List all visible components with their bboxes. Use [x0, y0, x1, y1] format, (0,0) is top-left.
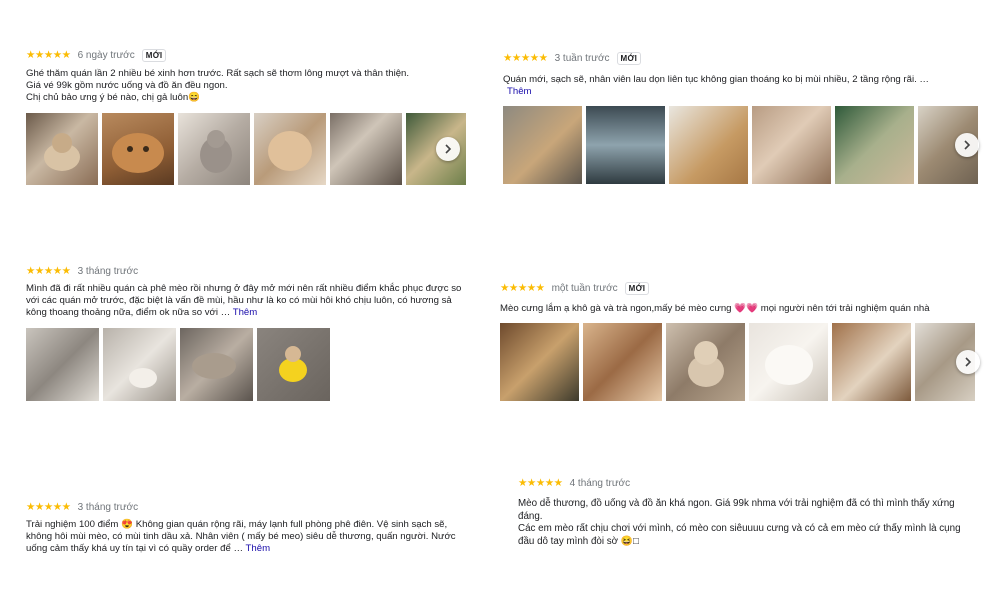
review-text: Mèo cưng lắm ạ khô gà và trà ngon,mấy bé…: [500, 303, 984, 315]
review-text-line: Các em mèo rất chịu chơi với mình, có mè…: [518, 523, 961, 535]
review-text-fragment: kông thoang thoảng nữa, điểm ok nữa so v…: [26, 307, 231, 319]
review-photo[interactable]: [583, 323, 662, 402]
new-badge: MỚI: [616, 51, 642, 65]
cat-photo-graphic: [112, 132, 164, 173]
review-photo[interactable]: [178, 112, 250, 185]
review-text: Trải nghiệm 100 điểm 😍 Không gian quán r…: [26, 519, 476, 556]
rating-stars: ★★★★★: [26, 501, 71, 513]
review-photo[interactable]: [254, 112, 326, 185]
cat-photo-graphic: [688, 341, 724, 388]
review-card: ★★★★★ 3 tháng trước Trải nghiệm 100 điểm…: [26, 500, 476, 556]
review-text: Ghé thăm quán lần 2 nhiều bé xinh hơn tr…: [26, 68, 466, 105]
review-text-line: Mình đã đi rất nhiều quán cà phê mèo rồi…: [26, 283, 462, 294]
review-text-line: không hôi mùi mèo, có mùi tinh dầu xả. N…: [26, 531, 456, 543]
review-photo[interactable]: [102, 112, 174, 185]
review-photo[interactable]: [835, 106, 914, 185]
review-photo[interactable]: [669, 106, 748, 185]
review-text: Quán mới, sạch sẽ, nhân viên lau dọn liê…: [503, 74, 983, 98]
review-text-line: đầu dô tay mình đòi sờ 😆□: [518, 535, 639, 547]
chevron-right-icon: [965, 357, 972, 367]
cat-photo-graphic: [192, 352, 236, 379]
review-text-line: Ghé thăm quán lần 2 nhiều bé xinh hơn tr…: [26, 68, 410, 79]
review-text-line: Mèo cưng lắm ạ khô gà và trà ngon,mấy bé…: [500, 303, 930, 314]
rating-stars: ★★★★★: [518, 477, 563, 489]
review-meta: ★★★★★ 3 tháng trước: [26, 500, 476, 514]
review-meta: ★★★★★ 3 tháng trước: [26, 264, 476, 278]
review-text-line: với các quán mở trước, đặc biệt là vấn đ…: [26, 295, 452, 307]
next-photo-button[interactable]: [436, 136, 460, 161]
review-card: ★★★★★ 3 tuần trước MỚI Quán mới, sạch sẽ…: [503, 51, 983, 185]
review-photo[interactable]: [103, 327, 176, 401]
review-time: 4 tháng trước: [569, 477, 631, 489]
review-photo[interactable]: [749, 323, 828, 402]
photo-strip: [503, 106, 983, 185]
photo-strip: [500, 323, 984, 402]
review-photo[interactable]: [586, 106, 665, 185]
next-photo-button[interactable]: [956, 350, 980, 375]
review-card: ★★★★★ một tuần trước MỚI Mèo cưng lắm ạ …: [500, 281, 984, 402]
more-link[interactable]: Thêm: [246, 543, 271, 554]
review-text-line: Trải nghiệm 100 điểm 😍 Không gian quán r…: [26, 519, 448, 530]
review-photo[interactable]: [832, 323, 911, 402]
more-link[interactable]: Thêm: [233, 307, 258, 318]
review-text-line: Chị chủ bảo ưng ý bé nào, chị gả luôn😄: [26, 92, 201, 104]
more-link[interactable]: Thêm: [507, 86, 983, 98]
new-badge: MỚI: [624, 281, 650, 295]
cat-photo-graphic: [200, 129, 232, 173]
review-text: Mèo dễ thương, đồ uống và đồ ăn khá ngon…: [518, 498, 993, 548]
cat-photo-graphic: [268, 130, 312, 171]
review-text-line: kông thoang thoảng nữa, điểm ok nữa so v…: [26, 307, 476, 319]
review-text-line: đáng.: [518, 510, 543, 522]
review-meta: ★★★★★ 3 tuần trước MỚI: [503, 51, 983, 65]
rating-stars: ★★★★★: [26, 265, 71, 277]
review-photo[interactable]: [26, 112, 98, 185]
rating-stars: ★★★★★: [503, 52, 548, 64]
chevron-right-icon: [445, 144, 452, 154]
review-meta: ★★★★★ 4 tháng trước: [518, 476, 993, 490]
review-photo[interactable]: [666, 323, 745, 402]
review-card: ★★★★★ 3 tháng trước Mình đã đi rất nhiều…: [26, 264, 476, 401]
photo-strip: [26, 327, 346, 401]
review-meta: ★★★★★ 6 ngày trước MỚI: [26, 48, 466, 62]
chevron-right-icon: [964, 140, 971, 150]
rating-stars: ★★★★★: [26, 49, 71, 61]
review-photo[interactable]: [330, 112, 402, 185]
photo-strip: [26, 112, 466, 185]
review-time: 3 tháng trước: [77, 501, 139, 513]
review-text-line: uống cảm thấy khá uy tín tại vì có quầy …: [26, 543, 476, 555]
review-photo[interactable]: [752, 106, 831, 185]
cat-photo-graphic: [129, 367, 157, 388]
review-photo[interactable]: [503, 106, 582, 185]
review-photo[interactable]: [257, 327, 330, 401]
new-badge: MỚI: [141, 48, 167, 62]
cat-photo-graphic: [44, 132, 80, 171]
review-text-line: Giá vé 99k gồm nước uống và đồ ăn đều ng…: [26, 80, 228, 92]
review-photo[interactable]: [180, 327, 253, 401]
review-photo[interactable]: [500, 323, 579, 402]
cat-photo-graphic: [765, 345, 813, 386]
review-card: ★★★★★ 4 tháng trước Mèo dễ thương, đồ uố…: [518, 476, 993, 548]
review-time: một tuần trước: [551, 282, 618, 294]
cat-photo-graphic: [279, 345, 307, 382]
review-time: 6 ngày trước: [77, 49, 135, 61]
review-meta: ★★★★★ một tuần trước MỚI: [500, 281, 984, 295]
review-time: 3 tháng trước: [77, 265, 139, 277]
review-text: Mình đã đi rất nhiều quán cà phê mèo rồi…: [26, 283, 476, 320]
review-card: ★★★★★ 6 ngày trước MỚI Ghé thăm quán lần…: [26, 48, 466, 185]
review-text-line: Quán mới, sạch sẽ, nhân viên lau dọn liê…: [503, 74, 930, 85]
rating-stars: ★★★★★: [500, 282, 545, 294]
review-text-line: Mèo dễ thương, đồ uống và đồ ăn khá ngon…: [518, 498, 955, 509]
review-photo[interactable]: [26, 327, 99, 401]
review-text-fragment: uống cảm thấy khá uy tín tại vì có quầy …: [26, 543, 244, 555]
review-time: 3 tuần trước: [554, 52, 610, 64]
